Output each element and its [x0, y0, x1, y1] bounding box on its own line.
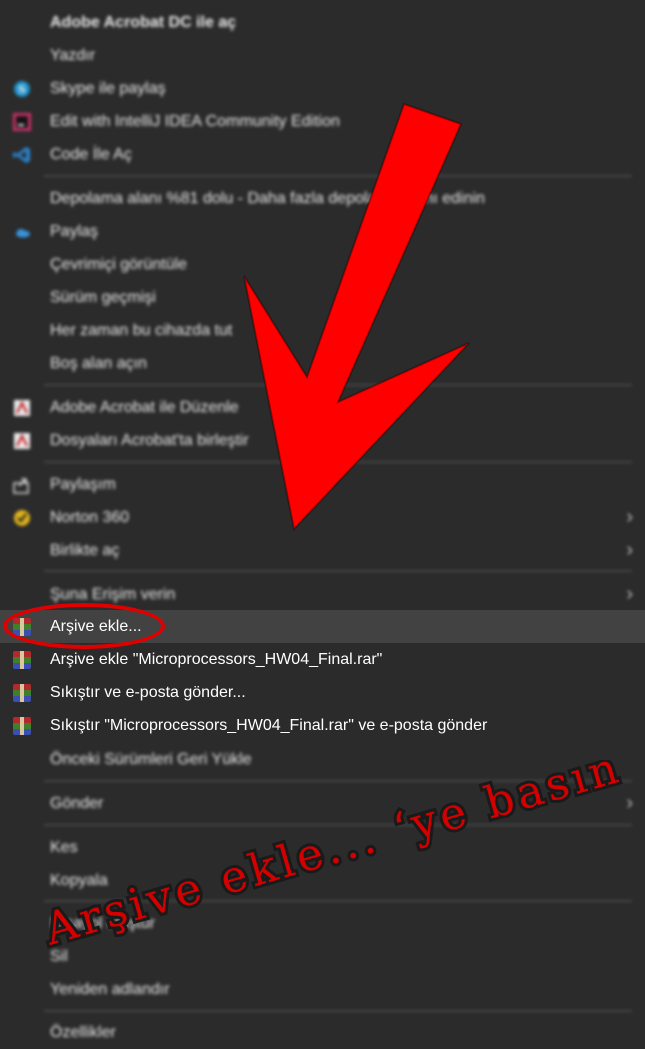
annotation-text: Arşive ekle... ‘ye basın [35, 760, 630, 959]
annotation-label: Arşive ekle... ‘ye basın [38, 760, 627, 956]
highlight-ring [3, 603, 165, 649]
